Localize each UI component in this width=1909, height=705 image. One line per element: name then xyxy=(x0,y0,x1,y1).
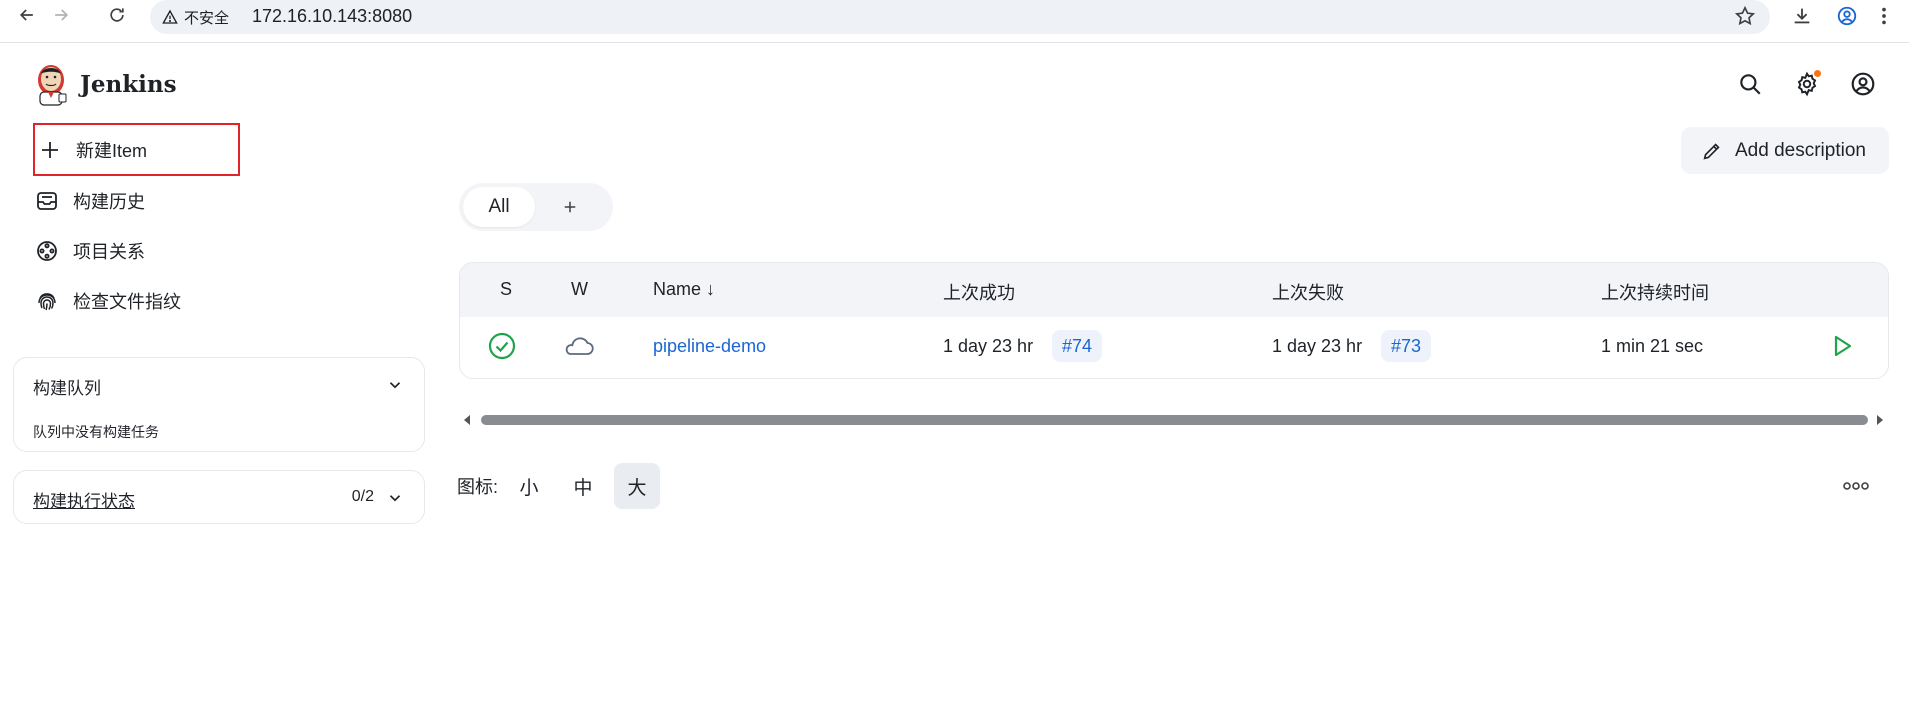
browser-menu-button[interactable] xyxy=(1870,2,1898,30)
brand-name: Jenkins xyxy=(80,70,177,98)
plus-icon xyxy=(564,201,576,213)
relationship-icon xyxy=(37,241,57,261)
jenkins-header: Jenkins xyxy=(0,44,1909,118)
manage-jenkins-button[interactable] xyxy=(1791,68,1823,100)
fingerprint-icon xyxy=(38,293,56,311)
arrow-left-icon xyxy=(19,9,33,21)
jenkins-home-link[interactable]: Jenkins xyxy=(34,62,177,106)
inbox-icon xyxy=(37,192,57,210)
last-success-build-link[interactable]: #74 xyxy=(1052,330,1103,362)
more-options-icon[interactable] xyxy=(1842,478,1870,494)
executors-title-link[interactable]: 构建执行状态 xyxy=(33,487,135,512)
plus-icon xyxy=(42,141,58,158)
chevron-down-icon[interactable] xyxy=(386,489,404,507)
column-header-weather[interactable]: W xyxy=(571,279,588,300)
new-view-button[interactable] xyxy=(558,195,582,219)
scroll-right-arrow-icon[interactable] xyxy=(1874,414,1886,426)
success-icon xyxy=(488,332,516,360)
security-indicator[interactable]: 不安全 xyxy=(162,5,229,29)
kebab-menu-icon xyxy=(1882,7,1886,25)
arrow-right-icon xyxy=(55,9,69,21)
icon-size-label: 图标: xyxy=(457,477,499,497)
column-header-last-duration[interactable]: 上次持续时间 xyxy=(1601,279,1709,305)
url-text[interactable]: 172.16.10.143:8080 xyxy=(252,4,412,28)
back-button[interactable] xyxy=(14,2,40,28)
check-fingerprint-link[interactable]: 检查文件指纹 xyxy=(33,276,239,326)
profile-button[interactable] xyxy=(1833,2,1861,30)
jobs-table: S W Name ↓ 上次成功 上次失败 上次持续时间 pipeline-dem… xyxy=(459,262,1889,379)
reload-icon xyxy=(110,8,124,22)
horizontal-scrollbar[interactable] xyxy=(461,412,1889,428)
star-icon xyxy=(1734,5,1756,26)
forward-button[interactable] xyxy=(48,2,74,28)
cloud-icon xyxy=(565,337,594,355)
project-relationship-link[interactable]: 项目关系 xyxy=(33,226,239,276)
search-icon xyxy=(1740,74,1761,95)
column-header-status[interactable]: S xyxy=(500,279,512,300)
add-description-label: Add description xyxy=(1735,139,1866,161)
download-icon xyxy=(1794,8,1810,24)
scrollbar-thumb[interactable] xyxy=(481,415,1868,425)
last-success-time: 1 day 23 hr xyxy=(943,336,1034,356)
icon-size-small[interactable]: 小 xyxy=(506,463,552,509)
downloads-button[interactable] xyxy=(1788,2,1816,30)
last-failure-build-link[interactable]: #73 xyxy=(1381,330,1432,362)
notification-dot xyxy=(1814,70,1821,77)
search-button[interactable] xyxy=(1734,68,1766,100)
warning-icon xyxy=(162,9,178,24)
scroll-left-arrow-icon[interactable] xyxy=(461,414,473,426)
account-circle-icon xyxy=(1837,6,1857,26)
icon-size-large[interactable]: 大 xyxy=(614,463,661,509)
user-icon xyxy=(1851,72,1875,96)
address-bar[interactable]: 不安全 172.16.10.143:8080 xyxy=(150,0,1770,34)
pencil-icon xyxy=(1703,142,1720,159)
new-item-link[interactable]: 新建Item xyxy=(33,123,240,176)
jenkins-logo-icon xyxy=(38,65,67,106)
project-relationship-label: 项目关系 xyxy=(73,242,145,262)
executors-count: 0/2 xyxy=(351,488,374,505)
build-history-link[interactable]: 构建历史 xyxy=(33,176,239,226)
last-duration: 1 min 21 sec xyxy=(1601,336,1704,356)
build-now-play-icon[interactable] xyxy=(1827,331,1857,361)
column-header-last-failure[interactable]: 上次失败 xyxy=(1272,279,1344,305)
icon-size-selector: 图标: 小 中 大 xyxy=(457,462,661,510)
job-link-pipeline-demo[interactable]: pipeline-demo xyxy=(653,336,766,357)
build-queue-title[interactable]: 构建队列 xyxy=(33,374,101,399)
security-label: 不安全 xyxy=(184,9,230,27)
build-queue-empty-note: 队列中没有构建任务 xyxy=(33,424,159,440)
executors-pane: 构建执行状态 0/2 xyxy=(13,470,425,524)
check-fingerprint-label: 检查文件指纹 xyxy=(73,292,181,312)
add-description-button[interactable]: Add description xyxy=(1681,127,1889,174)
view-tabs: All xyxy=(459,183,613,231)
bookmark-button[interactable] xyxy=(1732,3,1758,29)
user-menu-button[interactable] xyxy=(1847,68,1879,100)
browser-toolbar: 不安全 172.16.10.143:8080 xyxy=(0,0,1909,43)
build-queue-pane: 构建队列 队列中没有构建任务 xyxy=(13,357,425,452)
table-header: S W Name ↓ 上次成功 上次失败 上次持续时间 xyxy=(460,263,1888,317)
column-header-last-success[interactable]: 上次成功 xyxy=(943,279,1015,305)
tab-all[interactable]: All xyxy=(463,187,535,227)
build-history-label: 构建历史 xyxy=(73,192,145,212)
column-header-name[interactable]: Name ↓ xyxy=(653,279,715,300)
new-item-label: 新建Item xyxy=(76,140,148,161)
icon-size-medium[interactable]: 中 xyxy=(560,463,606,509)
reload-button[interactable] xyxy=(104,2,130,28)
chevron-down-icon[interactable] xyxy=(386,376,404,394)
last-failure-time: 1 day 23 hr xyxy=(1272,336,1363,356)
